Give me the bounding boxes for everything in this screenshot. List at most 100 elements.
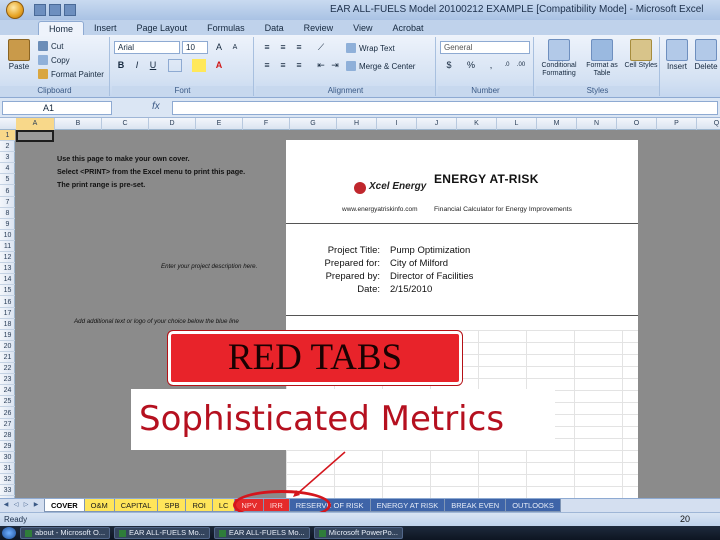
row-header[interactable]: 10: [0, 230, 15, 241]
bold-button[interactable]: B: [114, 59, 128, 72]
column-header[interactable]: L: [497, 118, 537, 130]
row-header[interactable]: 13: [0, 263, 15, 275]
undo-icon[interactable]: [49, 4, 61, 16]
row-header[interactable]: 22: [0, 363, 15, 375]
tab-view[interactable]: View: [343, 21, 382, 35]
row-header[interactable]: 27: [0, 419, 15, 430]
sheet-tab-spb[interactable]: SPB: [157, 499, 187, 512]
column-header[interactable]: O: [617, 118, 657, 130]
decrease-indent-icon[interactable]: ⇤: [314, 59, 328, 72]
merge-center-button[interactable]: Merge & Center: [346, 61, 415, 71]
tab-formulas[interactable]: Formulas: [197, 21, 255, 35]
column-header[interactable]: C: [102, 118, 149, 130]
sheet-tab-o-m[interactable]: O&M: [83, 499, 115, 512]
align-right-icon[interactable]: ≡: [292, 59, 306, 72]
first-sheet-icon[interactable]: ◀: [2, 501, 10, 510]
row-header[interactable]: 29: [0, 441, 15, 452]
fill-color-icon[interactable]: [192, 59, 206, 72]
wrap-text-button[interactable]: Wrap Text: [346, 43, 395, 53]
row-header[interactable]: 15: [0, 285, 15, 297]
row-header[interactable]: 3: [0, 152, 15, 164]
row-header[interactable]: 32: [0, 474, 15, 486]
row-header[interactable]: 18: [0, 319, 15, 330]
increase-decimal-icon[interactable]: .0: [500, 59, 514, 72]
orientation-icon[interactable]: ⟋: [314, 41, 328, 54]
grow-font-icon[interactable]: A: [212, 41, 226, 54]
row-header[interactable]: 2: [0, 141, 15, 153]
name-box[interactable]: A1: [2, 101, 112, 115]
tab-home[interactable]: Home: [38, 21, 85, 35]
sheet-tab-energy-at-risk[interactable]: ENERGY AT RISK: [369, 499, 446, 512]
currency-button[interactable]: $: [442, 59, 456, 72]
row-header[interactable]: 4: [0, 163, 15, 175]
align-center-icon[interactable]: ≡: [276, 59, 290, 72]
decrease-decimal-icon[interactable]: .00: [514, 59, 528, 72]
increase-indent-icon[interactable]: ⇥: [328, 59, 342, 72]
column-header[interactable]: P: [657, 118, 697, 130]
taskbar-item[interactable]: about - Microsoft O...: [20, 527, 111, 539]
row-header[interactable]: 1: [0, 130, 15, 141]
row-header[interactable]: 26: [0, 408, 15, 419]
tab-insert[interactable]: Insert: [84, 21, 127, 35]
column-header[interactable]: M: [537, 118, 577, 130]
comma-style-icon[interactable]: ,: [484, 59, 498, 72]
cell-styles-button[interactable]: Cell Styles: [624, 39, 658, 70]
row-header[interactable]: 5: [0, 174, 15, 186]
row-header[interactable]: 25: [0, 396, 15, 408]
formula-input[interactable]: [172, 101, 718, 115]
sheet-tab-capital[interactable]: CAPITAL: [113, 499, 159, 512]
sheet-tab-outlooks[interactable]: OUTLOOKS: [505, 499, 561, 512]
column-header[interactable]: Q: [697, 118, 720, 130]
row-header[interactable]: 28: [0, 430, 15, 441]
sheet-tab-break-even[interactable]: BREAK EVEN: [444, 499, 507, 512]
tab-data[interactable]: Data: [255, 21, 294, 35]
taskbar-item[interactable]: EAR ALL-FUELS Mo...: [213, 527, 310, 539]
row-header[interactable]: 20: [0, 341, 15, 352]
sheet-tab-lc[interactable]: LC: [211, 499, 236, 512]
row-header[interactable]: 7: [0, 197, 15, 208]
row-header[interactable]: 9: [0, 219, 15, 230]
row-header[interactable]: 31: [0, 463, 15, 474]
column-header[interactable]: D: [149, 118, 196, 130]
selected-cell-a1[interactable]: [16, 130, 54, 142]
delete-button[interactable]: Delete: [692, 39, 720, 71]
sheet-tab-cover[interactable]: COVER: [44, 499, 85, 512]
borders-icon[interactable]: [168, 59, 182, 72]
row-header[interactable]: 6: [0, 186, 15, 197]
row-header[interactable]: 17: [0, 308, 15, 319]
insert-button[interactable]: Insert: [664, 39, 690, 71]
underline-button[interactable]: U: [146, 59, 160, 72]
taskbar-item[interactable]: Microsoft PowerPo...: [313, 527, 403, 539]
row-header[interactable]: 30: [0, 452, 15, 463]
row-header[interactable]: 33: [0, 485, 15, 497]
column-header[interactable]: G: [290, 118, 337, 130]
prev-sheet-icon[interactable]: ◁: [12, 501, 20, 510]
column-header[interactable]: E: [196, 118, 243, 130]
font-size-select[interactable]: 10: [182, 41, 208, 54]
office-button[interactable]: [0, 0, 30, 20]
row-header[interactable]: 23: [0, 374, 15, 386]
next-sheet-icon[interactable]: ▷: [22, 501, 30, 510]
save-icon[interactable]: [34, 4, 46, 16]
fx-icon[interactable]: fx: [152, 101, 160, 112]
format-painter-button[interactable]: Format Painter: [38, 69, 104, 79]
column-header[interactable]: A: [16, 118, 55, 130]
format-as-table-button[interactable]: Format as Table: [582, 39, 622, 78]
start-button-icon[interactable]: [2, 527, 16, 539]
align-left-icon[interactable]: ≡: [260, 59, 274, 72]
tab-review[interactable]: Review: [294, 21, 344, 35]
column-header[interactable]: H: [337, 118, 377, 130]
conditional-formatting-button[interactable]: Conditional Formatting: [538, 39, 580, 78]
number-format-select[interactable]: General: [440, 41, 530, 54]
last-sheet-icon[interactable]: ▶: [32, 501, 40, 510]
align-bottom-icon[interactable]: ≡: [292, 41, 306, 54]
percent-button[interactable]: %: [464, 59, 478, 72]
sheet-tab-roi[interactable]: ROI: [185, 499, 213, 512]
tab-page-layout[interactable]: Page Layout: [127, 21, 198, 35]
taskbar-item[interactable]: EAR ALL-FUELS Mo...: [114, 527, 210, 539]
row-header[interactable]: 16: [0, 297, 15, 308]
row-header[interactable]: 12: [0, 252, 15, 264]
row-header[interactable]: 24: [0, 385, 15, 397]
align-top-icon[interactable]: ≡: [260, 41, 274, 54]
font-name-select[interactable]: Arial: [114, 41, 180, 54]
